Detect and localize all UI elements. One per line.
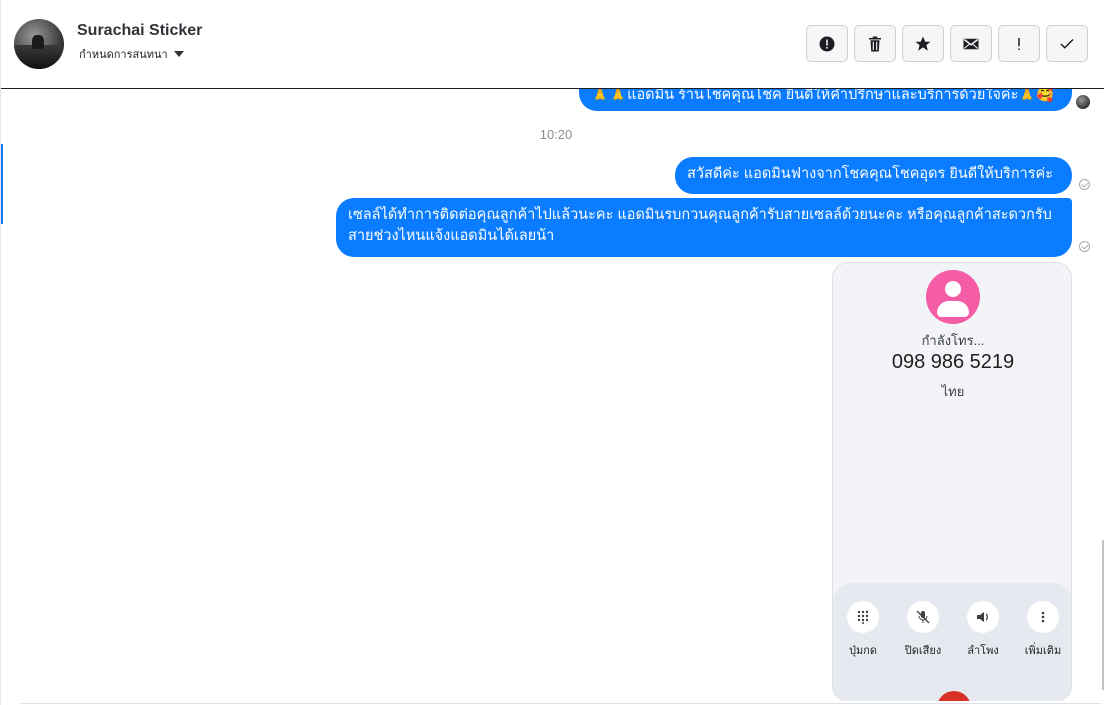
- keypad-label: ปุ่มกด: [848, 645, 878, 657]
- call-controls-panel: ปุ่มกด ปิดเสียง ลำโพง เพิ่มเติม: [833, 583, 1071, 701]
- avatar-figure: [32, 35, 44, 49]
- person-body: [937, 301, 969, 317]
- more-control: เพิ่มเติม: [1013, 601, 1071, 659]
- message-bubble[interactable]: 🙏🙏แอดมิน ร้านโชคคุณโชค ยินดีให้คำปรึกษาแ…: [579, 89, 1072, 111]
- star-button[interactable]: [902, 25, 944, 62]
- seen-avatar: [1076, 95, 1090, 109]
- mic-off-icon: [916, 610, 930, 624]
- speaker-control: ลำโพง: [953, 601, 1013, 659]
- message-thread[interactable]: 🙏🙏แอดมิน ร้านโชคคุณโชค ยินดีให้คำปรึกษาแ…: [1, 89, 1104, 701]
- person-head: [945, 281, 961, 297]
- caret-down-icon: [173, 51, 184, 57]
- alert-circle-icon: [819, 36, 835, 51]
- active-indicator: [1, 144, 3, 224]
- more-label: เพิ่มเติม: [1024, 645, 1062, 657]
- sent-check-icon: [1079, 241, 1090, 252]
- call-country: ไทย: [941, 384, 965, 399]
- call-number: 098 986 5219: [891, 351, 1015, 373]
- envelope-icon: [963, 38, 979, 49]
- contact-name[interactable]: Surachai Sticker: [77, 22, 202, 40]
- report-button[interactable]: [806, 25, 848, 62]
- trash-icon: [869, 36, 881, 51]
- exclamation-icon: [1018, 37, 1020, 50]
- message-bubble[interactable]: เซลล์ได้ทำการติดต่อคุณลูกค้าไปแล้วนะคะ แ…: [336, 198, 1072, 257]
- conversation-options-dropdown[interactable]: กำหนดการสนทนา: [79, 45, 184, 63]
- keypad-icon: [857, 610, 869, 624]
- keypad-control: ปุ่มกด: [833, 601, 893, 659]
- star-icon: [915, 36, 931, 51]
- caller-avatar-icon: [926, 270, 980, 324]
- contact-avatar[interactable]: [14, 19, 64, 69]
- conversation-header: Surachai Sticker กำหนดการสนทนา: [1, 0, 1104, 89]
- mute-control: ปิดเสียง: [893, 601, 953, 659]
- call-screenshot-attachment[interactable]: กำลังโทร... 098 986 5219 ไทย ปุ่มกด ปิดเ…: [832, 262, 1072, 701]
- sent-check-icon: [1079, 179, 1090, 190]
- speaker-label: ลำโพง: [967, 645, 999, 657]
- message-timestamp: 10:20: [539, 127, 573, 142]
- message-bubble[interactable]: สวัสดีค่ะ แอดมินฟางจากโชคคุณโชคอุดร ยินด…: [675, 157, 1072, 194]
- conversation-options-label: กำหนดการสนทนา: [79, 49, 168, 61]
- header-actions: [806, 25, 1088, 62]
- messenger-window: Surachai Sticker กำหนดการสนทนา 🙏🙏แอดมิน …: [0, 0, 1104, 705]
- done-button[interactable]: [1046, 25, 1088, 62]
- check-icon: [1060, 38, 1074, 49]
- mark-unread-button[interactable]: [950, 25, 992, 62]
- delete-button[interactable]: [854, 25, 896, 62]
- speaker-icon: [977, 612, 988, 622]
- mute-label: ปิดเสียง: [904, 645, 942, 657]
- more-vertical-icon: [1041, 611, 1045, 623]
- flag-button[interactable]: [998, 25, 1040, 62]
- call-status: กำลังโทร...: [921, 333, 985, 348]
- composer-divider: [21, 703, 1101, 704]
